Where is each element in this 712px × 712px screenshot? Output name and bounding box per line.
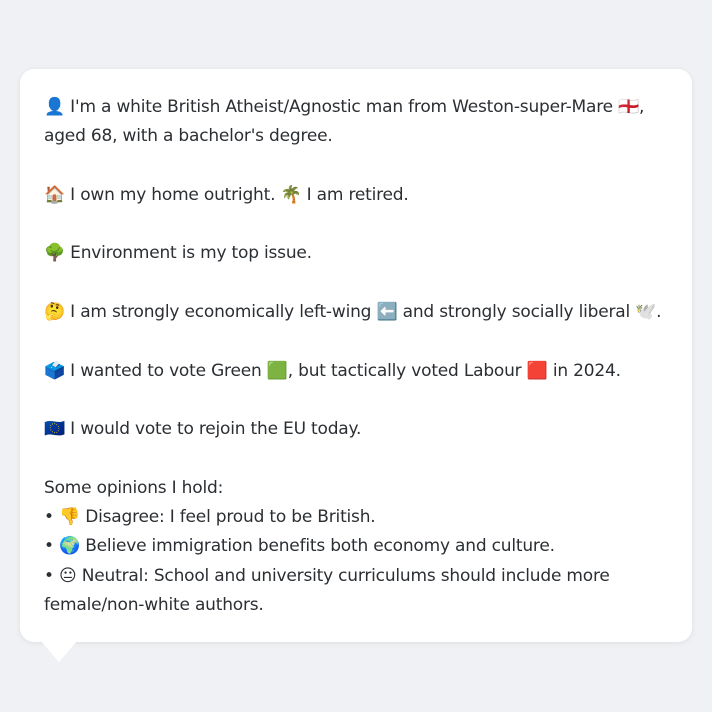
profile-message-text: 👤 I'm a white British Atheist/Agnostic m… bbox=[44, 97, 662, 616]
chat-bubble-tail bbox=[40, 640, 78, 662]
chat-bubble: 👤 I'm a white British Atheist/Agnostic m… bbox=[20, 69, 692, 642]
